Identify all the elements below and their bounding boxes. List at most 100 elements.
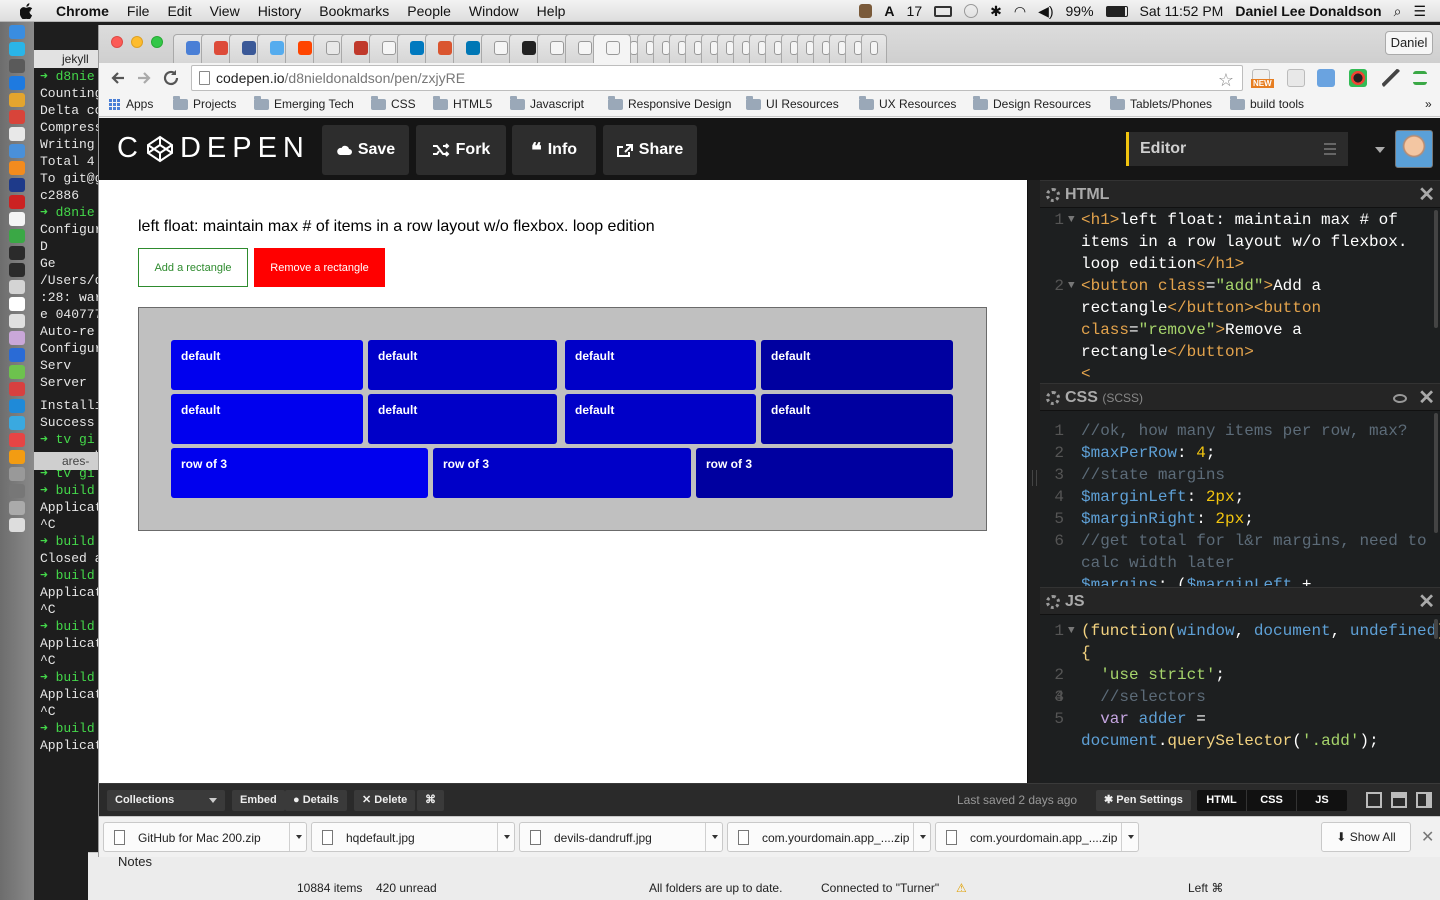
details-button[interactable]: ● Details: [285, 790, 347, 811]
bookmark-folder[interactable]: build tools: [1230, 95, 1304, 111]
menu-edit[interactable]: Edit: [167, 3, 191, 19]
dock-app-icon[interactable]: [9, 229, 25, 243]
back-arrow-icon[interactable]: [107, 67, 129, 89]
dock-app-icon[interactable]: [9, 467, 25, 481]
chevron-down-icon[interactable]: [296, 835, 302, 839]
collections-dropdown[interactable]: Collections: [107, 790, 225, 811]
memory-icon[interactable]: [934, 5, 953, 17]
gear-icon[interactable]: [1046, 595, 1060, 609]
eyedropper-icon[interactable]: [1382, 69, 1400, 87]
resize-handle[interactable]: [1027, 180, 1040, 783]
dock-app-icon[interactable]: [9, 348, 25, 362]
close-icon[interactable]: ✕: [1418, 384, 1435, 412]
css-code-editor[interactable]: 1//ok, how many items per row, max? 2 $ma…: [1040, 420, 1440, 586]
editor-view-selector[interactable]: Editor: [1126, 132, 1348, 166]
menu-people[interactable]: People: [407, 3, 451, 19]
dock-app-icon[interactable]: [9, 93, 25, 107]
eye-icon[interactable]: [1393, 394, 1407, 403]
adobe-icon[interactable]: A: [884, 3, 894, 19]
dock-app-icon[interactable]: [9, 25, 25, 39]
show-all-downloads-button[interactable]: ⬇ Show All: [1321, 822, 1411, 852]
menu-window[interactable]: Window: [469, 3, 519, 19]
close-icon[interactable]: ✕: [1418, 181, 1435, 209]
menu-icon[interactable]: [1413, 71, 1427, 85]
share-button[interactable]: Share: [603, 125, 697, 175]
embed-button[interactable]: Embed: [232, 790, 285, 811]
add-rectangle-button[interactable]: Add a rectangle: [138, 248, 248, 287]
html-scrollbar[interactable]: [1434, 210, 1438, 328]
bookmark-folder[interactable]: HTML5: [433, 95, 492, 111]
chevron-down-icon[interactable]: [712, 835, 718, 839]
dock-app-icon[interactable]: [9, 416, 25, 430]
close-window-button[interactable]: [111, 36, 123, 48]
notification-center-icon[interactable]: ☰: [1413, 3, 1426, 20]
reload-icon[interactable]: [160, 67, 182, 89]
menu-history[interactable]: History: [258, 3, 302, 19]
bookmark-star-icon[interactable]: ☆: [1218, 68, 1234, 92]
dock-app-icon[interactable]: [9, 59, 25, 73]
new-extension-icon[interactable]: NEW: [1251, 69, 1274, 88]
menu-view[interactable]: View: [210, 3, 240, 19]
view-js-button[interactable]: JS: [1297, 790, 1347, 811]
view-css-button[interactable]: CSS: [1247, 790, 1297, 811]
dock-app-icon[interactable]: [9, 161, 25, 175]
chevron-down-icon[interactable]: [1128, 835, 1134, 839]
dock-app-icon[interactable]: [9, 212, 25, 226]
download-item[interactable]: com.yourdomain.app_....zip: [935, 822, 1139, 852]
chevron-down-icon[interactable]: [504, 835, 510, 839]
view-html-button[interactable]: HTML: [1197, 790, 1247, 811]
address-bar[interactable]: codepen.io/d8nieldonaldson/pen/zxjyRE ☆: [191, 65, 1243, 91]
dock-app-icon[interactable]: [9, 195, 25, 209]
avatar[interactable]: [1395, 130, 1433, 168]
dock-app-icon[interactable]: [9, 110, 25, 124]
gear-icon[interactable]: [1046, 188, 1060, 202]
profile-button[interactable]: Daniel: [1385, 31, 1433, 55]
bookmark-folder[interactable]: Tablets/Phones: [1110, 95, 1212, 111]
css-scrollbar[interactable]: [1434, 413, 1438, 533]
chevron-down-icon[interactable]: [920, 835, 926, 839]
download-item[interactable]: devils-dandruff.jpg: [519, 822, 723, 852]
terminal-tab[interactable]: jekyll: [34, 50, 100, 68]
dock-app-icon[interactable]: [9, 144, 25, 158]
bookmark-folder[interactable]: UI Resources: [746, 95, 839, 111]
close-icon[interactable]: ✕: [1418, 588, 1435, 616]
keyboard-shortcuts-button[interactable]: ⌘: [417, 790, 444, 811]
browser-tab[interactable]: [861, 34, 887, 63]
dock-app-icon[interactable]: [9, 127, 25, 141]
dock-app-icon[interactable]: [9, 76, 25, 90]
extension-icon[interactable]: [1317, 69, 1335, 87]
menu-help[interactable]: Help: [537, 3, 566, 19]
dock-app-icon[interactable]: [9, 178, 25, 192]
volume-icon[interactable]: ◀): [1038, 3, 1053, 20]
user-menu-chevron-down-icon[interactable]: [1375, 147, 1385, 153]
bookmark-folder[interactable]: Javascript: [510, 95, 584, 111]
dock-app-icon[interactable]: [9, 433, 25, 447]
dock-app-icon[interactable]: [9, 484, 25, 498]
dock-app-icon[interactable]: [9, 450, 25, 464]
menu-bookmarks[interactable]: Bookmarks: [319, 3, 389, 19]
dock-app-icon[interactable]: [9, 314, 25, 328]
browser-tab-active[interactable]: [593, 34, 631, 63]
html-code-editor[interactable]: 1 ▼ <h1>left float: maintain max # of item…: [1040, 209, 1440, 381]
download-item[interactable]: com.yourdomain.app_....zip: [727, 822, 931, 852]
info-button[interactable]: ❝ Info: [512, 125, 596, 175]
extension-icon[interactable]: [1287, 69, 1305, 87]
wifi-icon[interactable]: ◠: [1014, 3, 1026, 20]
time-machine-icon[interactable]: [964, 4, 979, 18]
bluetooth-icon[interactable]: ✱: [990, 3, 1002, 20]
zoom-window-button[interactable]: [151, 36, 163, 48]
layout-right-icon[interactable]: [1416, 792, 1432, 808]
save-button[interactable]: Save: [322, 125, 409, 175]
codepen-logo[interactable]: C DEPEN: [117, 132, 310, 165]
menu-app-name[interactable]: Chrome: [56, 3, 109, 19]
dock-app-icon[interactable]: [9, 263, 25, 277]
js-code-editor[interactable]: 1▼(function(window, document, undefined)…: [1040, 620, 1440, 752]
bookmark-folder[interactable]: UX Resources: [859, 95, 956, 111]
gear-icon[interactable]: [1046, 391, 1060, 405]
minimize-window-button[interactable]: [131, 36, 143, 48]
user-name[interactable]: Daniel Lee Donaldson: [1235, 3, 1381, 19]
dock-app-icon[interactable]: [9, 246, 25, 260]
warning-icon[interactable]: ⚠: [956, 881, 967, 895]
clock[interactable]: Sat 11:52 PM: [1140, 3, 1224, 19]
spotlight-icon[interactable]: ⌕: [1394, 3, 1402, 20]
